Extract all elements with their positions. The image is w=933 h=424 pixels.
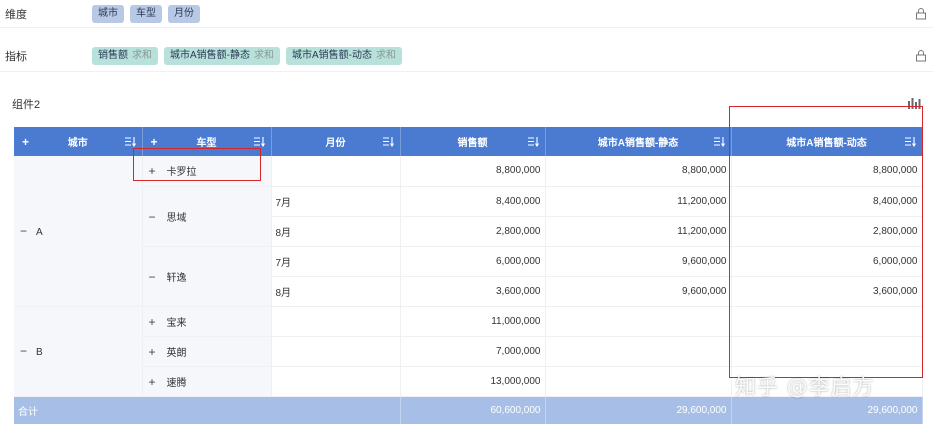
month-cell: 8月 <box>271 216 401 247</box>
dimensions-label: 维度 <box>5 8 27 21</box>
total-static: 29,600,000 <box>545 396 732 424</box>
sales-cell: 8,800,000 <box>400 156 546 187</box>
lock-icon[interactable] <box>915 7 927 20</box>
expand-all-icon[interactable]: + <box>151 135 158 149</box>
sort-icon[interactable] <box>713 136 725 147</box>
total-sales: 60,600,000 <box>400 396 546 424</box>
column-header-static[interactable]: 城市A销售额-静态 <box>545 127 732 156</box>
annotation-box-dynamic-column <box>729 106 923 378</box>
dimension-pill-month[interactable]: 月份 <box>168 4 200 23</box>
dimension-pills: 城市 车型 月份 <box>92 4 200 23</box>
dimension-pill-city[interactable]: 城市 <box>92 4 124 23</box>
model-label: 轩逸 <box>166 272 187 284</box>
sort-icon[interactable] <box>124 136 136 147</box>
month-cell <box>271 306 401 337</box>
month-cell <box>271 366 401 397</box>
expand-all-icon[interactable]: + <box>22 135 29 149</box>
sort-icon[interactable] <box>253 136 265 147</box>
metric-pill-agg: 求和 <box>376 49 396 61</box>
city-label: B <box>36 347 43 358</box>
month-cell: 7月 <box>271 246 401 277</box>
static-cell: 11,200,000 <box>545 186 732 217</box>
model-cell: + 速腾 <box>142 366 272 397</box>
static-cell <box>545 366 732 397</box>
column-header-month[interactable]: 月份 <box>271 127 401 156</box>
city-label: A <box>36 226 43 238</box>
static-cell <box>545 336 732 367</box>
model-label: 英朗 <box>166 347 187 359</box>
static-cell: 11,200,000 <box>545 216 732 247</box>
model-cell: + 宝来 <box>142 306 272 337</box>
header-label: 城市 <box>67 138 88 149</box>
expand-icon[interactable]: + <box>149 345 167 359</box>
expand-icon[interactable]: + <box>149 375 167 389</box>
dimensions-row: 维度 城市 车型 月份 <box>0 0 933 28</box>
metric-pill-name: 销售额 <box>98 49 128 61</box>
dimension-pill-model[interactable]: 车型 <box>130 4 162 23</box>
model-label: 速腾 <box>166 377 187 389</box>
column-header-city[interactable]: + 城市 <box>14 127 143 156</box>
sales-cell: 13,000,000 <box>400 366 546 397</box>
sales-cell: 6,000,000 <box>400 246 546 277</box>
widget-title: 组件2 <box>12 99 41 111</box>
month-cell <box>271 336 401 367</box>
collapse-icon[interactable]: − <box>20 344 36 358</box>
model-label: 宝来 <box>166 317 187 329</box>
total-label: 合计 <box>14 396 401 424</box>
sales-cell: 2,800,000 <box>400 216 546 247</box>
metrics-row: 指标 销售额 求和 城市A销售额-静态 求和 城市A销售额-动态 求和 <box>0 40 933 72</box>
city-cell-a: − A <box>14 156 143 307</box>
metric-pill-name: 城市A销售额-动态 <box>292 49 372 61</box>
static-cell: 9,600,000 <box>545 246 732 277</box>
column-header-sales[interactable]: 销售额 <box>400 127 546 156</box>
sort-icon[interactable] <box>527 136 539 147</box>
model-cell: − 思域 <box>142 186 272 247</box>
metric-pill-dynamic[interactable]: 城市A销售额-动态 求和 <box>286 46 402 65</box>
expand-icon[interactable]: + <box>149 315 167 329</box>
month-cell: 8月 <box>271 276 401 307</box>
sales-cell: 8,400,000 <box>400 186 546 217</box>
metric-pill-agg: 求和 <box>132 49 152 61</box>
metric-pills: 销售额 求和 城市A销售额-静态 求和 城市A销售额-动态 求和 <box>92 46 402 65</box>
model-cell: − 轩逸 <box>142 246 272 307</box>
annotation-box-model <box>133 148 261 181</box>
header-label: 销售额 <box>457 138 488 149</box>
header-label: 城市A销售额-静态 <box>597 138 679 149</box>
month-cell <box>271 156 401 187</box>
watermark: 知乎 @李启方 <box>735 375 875 399</box>
metric-pill-name: 城市A销售额-静态 <box>170 49 250 61</box>
collapse-icon[interactable]: − <box>149 270 167 284</box>
sales-cell: 7,000,000 <box>400 336 546 367</box>
model-label: 思域 <box>166 212 187 224</box>
metrics-label: 指标 <box>5 50 27 63</box>
sort-icon[interactable] <box>382 136 394 147</box>
static-cell: 9,600,000 <box>545 276 732 307</box>
metric-pill-agg: 求和 <box>254 49 274 61</box>
lock-icon[interactable] <box>915 49 927 62</box>
metric-pill-sales[interactable]: 销售额 求和 <box>92 46 158 65</box>
month-cell: 7月 <box>271 186 401 217</box>
static-cell <box>545 306 732 337</box>
metric-pill-static[interactable]: 城市A销售额-静态 求和 <box>164 46 280 65</box>
static-cell: 8,800,000 <box>545 156 732 187</box>
city-cell-b: − B <box>14 306 143 397</box>
collapse-icon[interactable]: − <box>20 224 36 238</box>
sales-cell: 3,600,000 <box>400 276 546 307</box>
header-label: 月份 <box>325 138 346 149</box>
model-cell: + 英朗 <box>142 336 272 367</box>
sales-cell: 11,000,000 <box>400 306 546 337</box>
collapse-icon[interactable]: − <box>149 210 167 224</box>
